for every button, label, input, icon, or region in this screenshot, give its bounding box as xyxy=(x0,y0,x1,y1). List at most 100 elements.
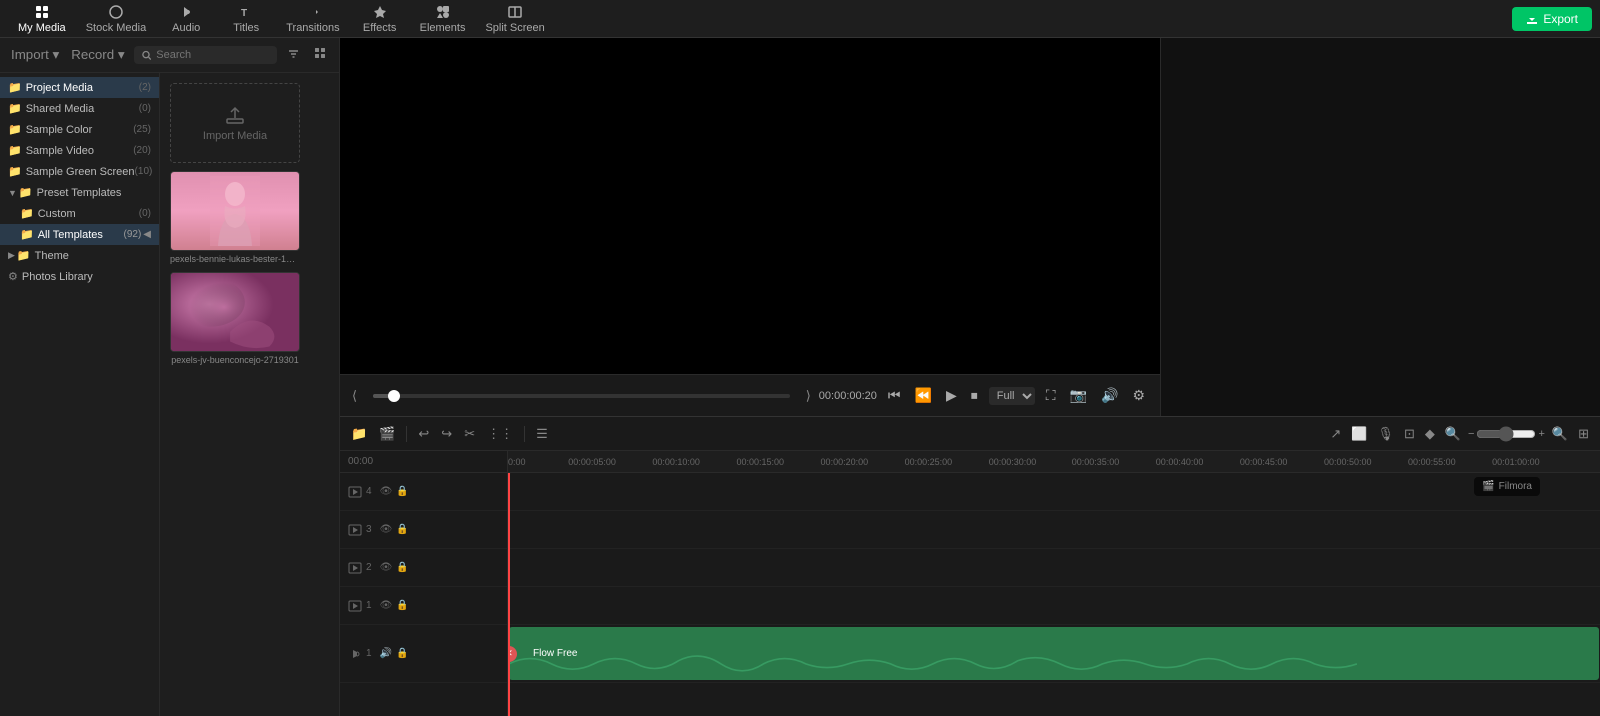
zoom-out-button[interactable]: 🔍 xyxy=(1442,423,1464,445)
track-mute-button[interactable]: 🔊 xyxy=(380,648,392,659)
audio-clip-flow-free[interactable]: ✕ Flow Free xyxy=(509,627,1599,680)
nav-transitions[interactable]: Transitions xyxy=(276,2,349,36)
import-button[interactable]: Import ▾ xyxy=(8,44,62,66)
playhead[interactable] xyxy=(508,473,510,716)
timeline-ruler-tracks: 00:00:00 00:00:05:00 00:00:10:00 00:00:1… xyxy=(508,451,1600,716)
export-button[interactable]: Export xyxy=(1512,7,1592,31)
folder-icon: 📁 xyxy=(20,207,34,220)
nav-titles[interactable]: T Titles xyxy=(216,2,276,36)
nav-effects[interactable]: Effects xyxy=(350,2,410,36)
zoom-slider[interactable] xyxy=(1476,426,1536,442)
timeline-toolbar: 📁 🎬 ↩ ↪ ✂ ⋮⋮ ☰ ↗ ⬜ 🎙 ⊡ ◆ 🔍 − xyxy=(340,417,1600,451)
import-media-box[interactable]: Import Media xyxy=(170,83,300,163)
progress-bar[interactable] xyxy=(373,394,790,398)
sidebar-tree: 📁 Project Media (2) 📁 Shared Media (0) 📁… xyxy=(0,73,160,716)
track-lock-button[interactable]: 🔒 xyxy=(396,562,408,573)
search-input[interactable] xyxy=(156,49,269,61)
settings-button[interactable]: ⚙ xyxy=(1129,384,1148,407)
media-item-pink[interactable]: pexels-jv-buenconcejo-2719301 xyxy=(170,272,300,365)
folder-icon: 📁 xyxy=(19,186,33,199)
delete-button[interactable]: ✂ xyxy=(461,423,478,445)
tree-item-project-media[interactable]: 📁 Project Media (2) xyxy=(0,77,159,98)
tree-item-sample-video[interactable]: 📁 Sample Video (20) xyxy=(0,140,159,161)
track-settings-button[interactable]: ☰ xyxy=(533,423,551,445)
nav-split-screen[interactable]: Split Screen xyxy=(475,2,554,36)
grid-view-button[interactable] xyxy=(310,45,331,65)
fullscreen-button[interactable]: ⛶ xyxy=(1043,384,1059,407)
nav-stock-media[interactable]: Stock Media xyxy=(76,2,157,36)
track-lock-button[interactable]: 🔒 xyxy=(396,486,408,497)
fit-button[interactable]: ⊞ xyxy=(1575,423,1592,445)
zoom-slider-area: − + xyxy=(1468,426,1545,442)
top-nav: My Media Stock Media Audio T Titles Tran… xyxy=(0,0,1600,38)
search-bar xyxy=(134,46,277,64)
video-track-4 xyxy=(508,473,1600,511)
ruler-label-header: 00:00 xyxy=(340,451,507,473)
stop-button[interactable]: ⏹ xyxy=(968,384,981,407)
track-eye-button[interactable]: 👁 xyxy=(380,486,393,497)
video-track-icon xyxy=(348,561,362,575)
tree-item-theme[interactable]: ▶ 📁 Theme xyxy=(0,245,159,266)
tree-item-preset-templates[interactable]: ▼ 📁 Preset Templates xyxy=(0,182,159,203)
mark-out-button[interactable]: ⟩ xyxy=(806,388,811,404)
folder-icon: 📁 xyxy=(17,249,31,262)
rewind-button[interactable]: ⏮ xyxy=(885,384,904,407)
timeline-crop[interactable]: ⬜ xyxy=(1348,423,1370,445)
progress-thumb xyxy=(388,390,400,402)
tree-item-all-templates[interactable]: 📁 All Templates (92) ◀ xyxy=(0,224,159,245)
video-track-3 xyxy=(508,511,1600,549)
nav-elements[interactable]: Elements xyxy=(410,2,476,36)
timeline-audio[interactable]: 🎙 xyxy=(1374,423,1397,445)
tree-item-sample-color[interactable]: 📁 Sample Color (25) xyxy=(0,119,159,140)
track-lock-button[interactable]: 🔒 xyxy=(396,600,408,611)
volume-button[interactable]: 🔊 xyxy=(1098,384,1121,407)
folder-icon: 📁 xyxy=(8,165,22,178)
tree-item-photos-library[interactable]: ⚙ Photos Library xyxy=(0,266,159,287)
media-thumbnail-person xyxy=(170,171,300,251)
preview-and-right: ⟨ ⟩ 00:00:00:20 ⏮ ⏪ ▶ ⏹ Full ⛶ 📷 xyxy=(340,38,1600,416)
tree-item-custom[interactable]: 📁 Custom (0) xyxy=(0,203,159,224)
zoom-minus: − xyxy=(1468,428,1474,440)
timeline-keyframe[interactable]: ◆ xyxy=(1422,423,1438,445)
timeline-ruler[interactable]: 00:00:00 00:00:05:00 00:00:10:00 00:00:1… xyxy=(508,451,1600,473)
timeline-content: 00:00 4 👁 🔒 3 👁 🔒 xyxy=(340,451,1600,716)
collapse-arrow-icon: ▶ xyxy=(8,250,15,261)
step-back-button[interactable]: ⏪ xyxy=(912,384,935,407)
record-button[interactable]: Record ▾ xyxy=(68,44,127,66)
track-eye-button[interactable]: 👁 xyxy=(380,562,393,573)
nav-my-media[interactable]: My Media xyxy=(8,2,76,36)
redo-button[interactable]: ↪ xyxy=(438,423,455,445)
zoom-in-button[interactable]: 🔍 xyxy=(1549,423,1571,445)
mark-in-button[interactable]: ⟨ xyxy=(352,388,357,404)
play-button[interactable]: ▶ xyxy=(943,384,960,407)
track-lock-button[interactable]: 🔒 xyxy=(396,524,408,535)
filter-button[interactable] xyxy=(283,45,304,65)
collapse-arrow-icon: ▼ xyxy=(8,188,17,198)
timeline-snap[interactable]: ⊡ xyxy=(1401,423,1418,445)
video-track-icon xyxy=(348,485,362,499)
timeline-tool1[interactable]: ↗ xyxy=(1327,423,1344,445)
quality-select[interactable]: Full xyxy=(989,387,1035,405)
media-item-person[interactable]: pexels-bennie-lukas-bester-1217205 xyxy=(170,171,300,264)
tree-item-sample-green[interactable]: 📁 Sample Green Screen (10) xyxy=(0,161,159,182)
track-lock-button[interactable]: 🔒 xyxy=(396,648,408,659)
split-button[interactable]: ⋮⋮ xyxy=(484,423,516,445)
track-label-4: 4 👁 🔒 xyxy=(340,473,507,511)
media-grid-area: Import Media pexe xyxy=(160,73,339,716)
track-eye-button[interactable]: 👁 xyxy=(380,524,393,535)
waveform xyxy=(509,648,1357,680)
undo-button[interactable]: ↩ xyxy=(415,423,432,445)
track-rows: ✕ Flow Free xyxy=(508,473,1600,716)
import-media-item[interactable]: Import Media xyxy=(170,83,300,163)
tree-item-shared-media[interactable]: 📁 Shared Media (0) xyxy=(0,98,159,119)
photos-icon: ⚙ xyxy=(8,270,18,283)
center-right-area: ⟨ ⟩ 00:00:00:20 ⏮ ⏪ ▶ ⏹ Full ⛶ 📷 xyxy=(340,38,1600,716)
timeline-clip-button[interactable]: 🎬 xyxy=(376,423,398,445)
left-content: 📁 Project Media (2) 📁 Shared Media (0) 📁… xyxy=(0,73,339,716)
nav-audio[interactable]: Audio xyxy=(156,2,216,36)
timeline-folder-button[interactable]: 📁 xyxy=(348,423,370,445)
video-track-icon xyxy=(348,523,362,537)
screenshot-button[interactable]: 📷 xyxy=(1067,384,1090,407)
time-display: 00:00:00:20 xyxy=(819,390,877,402)
track-eye-button[interactable]: 👁 xyxy=(380,600,393,611)
